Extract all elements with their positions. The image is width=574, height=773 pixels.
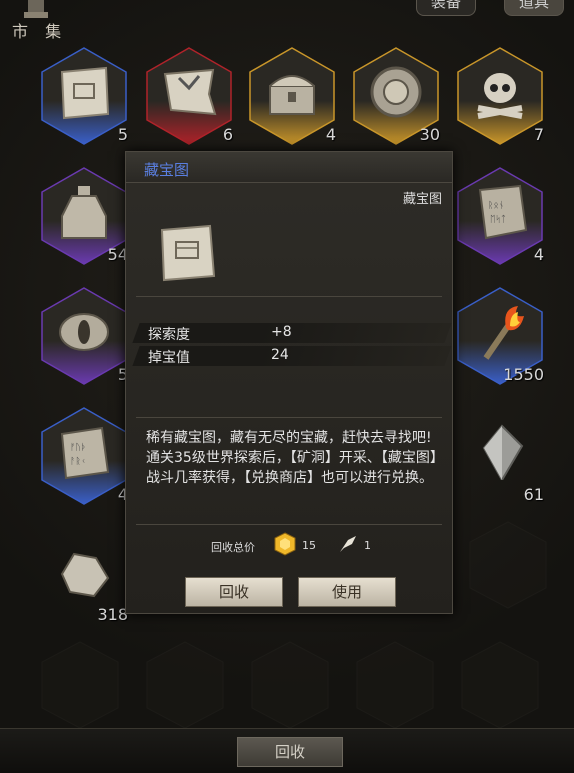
empty-slot [461,641,539,729]
recycle-gold-amount: 15 [302,539,316,552]
item-count: 61 [523,485,544,504]
item-count: 4 [325,125,336,144]
empty-slot [146,641,224,729]
eye-relic-icon [59,313,109,351]
bottom-bar: 回收 [0,728,574,773]
stat-value-drop: 24 [271,347,289,363]
gold-hex-icon [274,532,296,556]
stat-label-drop: 掉宝值 [148,350,190,366]
item-category: 藏宝图 [402,192,442,207]
inventory-slot[interactable]: 1550 [456,286,544,386]
rune-stone-icon: ᚱᛟᚾ ᛖᛋᛏ [478,184,528,240]
potion-bottle-icon [61,186,107,239]
item-count: 5 [117,125,128,144]
inventory-slot[interactable]: 5 [40,286,128,386]
crystal-shard-icon [482,424,524,480]
inventory-slot[interactable]: 6 [145,46,233,146]
recycle-total-row: 回收总价 15 1 [126,532,452,558]
popup-header: 藏宝图 [126,152,452,183]
item-count: 1550 [503,365,544,384]
treasure-chest-icon [269,75,315,115]
svg-text:ᚠᚢᚦ: ᚠᚢᚦ [70,442,86,453]
stone-medallion-icon [370,66,422,118]
use-button[interactable]: 使用 [298,577,396,607]
description-line: 稀有藏宝图，藏有无尽的宝藏，赶快去寻找吧! [146,430,432,446]
empty-slot [41,641,119,729]
inventory-slot[interactable]: 61 [456,406,544,506]
item-detail-popup: 藏宝图 藏宝图 探索度 +8 掉宝值 24 稀有藏宝图，藏有无尽的宝藏，赶快去寻… [125,151,453,614]
market-label[interactable]: 市 集 [12,18,67,42]
bulk-recycle-button[interactable]: 回收 [237,737,343,767]
inventory-slot[interactable]: 318 [40,526,128,626]
treasure-map-icon [60,66,110,120]
divider [136,296,442,297]
inventory-slot[interactable]: 4 [248,46,336,146]
stat-value-exploration: +8 [271,324,292,340]
empty-slot [251,641,329,729]
empty-slot [356,641,434,729]
rune-tablet-icon: ᚠᚢᚦ ᚨᚱᚲ [60,426,110,480]
item-count: 6 [222,125,233,144]
svg-text:ᛖᛋᛏ: ᛖᛋᛏ [490,214,506,225]
divider [136,417,442,418]
popup-title: 藏宝图 [144,161,190,179]
empty-slot [469,521,547,609]
recycle-button[interactable]: 回收 [185,577,283,607]
divider [136,524,442,525]
inventory-slot[interactable]: ᚱᛟᚾ ᛖᛋᛏ 4 [456,166,544,266]
recycle-feather-amount: 1 [364,539,371,552]
svg-text:ᚱᛟᚾ: ᚱᛟᚾ [488,200,504,211]
stat-label-exploration: 探索度 [148,327,190,343]
inventory-slot[interactable]: ᚠᚢᚦ ᚨᚱᚲ 4 [40,406,128,506]
item-count: 318 [97,605,128,624]
treasure-map-icon [160,224,216,282]
inventory-slot[interactable]: 5 [40,46,128,146]
description-line: 通关35级世界探索后，【矿洞】开采、【藏宝图】战斗几率获得，【兑换商店】也可以进… [146,450,444,486]
tab-items[interactable]: 道具 [503,0,564,16]
torch-icon [483,306,524,360]
recycle-total-label: 回收总价 [211,541,255,554]
item-count: 7 [533,125,544,144]
inventory-slot[interactable]: 54 [40,166,128,266]
inventory-slot[interactable]: 7 [456,46,544,146]
category-tabs: 装备 道具 [394,0,574,16]
feather-icon [340,536,356,552]
tab-equipment[interactable]: 装备 [415,0,476,16]
rock-fragment-icon [60,552,110,598]
inventory-slot[interactable]: 30 [352,46,440,146]
item-count: 30 [419,125,440,144]
svg-text:ᚨᚱᚲ: ᚨᚱᚲ [70,456,86,467]
item-count: 4 [533,245,544,264]
torn-red-map-icon [163,68,217,116]
skull-crossbones-icon [477,73,523,119]
item-description: 稀有藏宝图，藏有无尽的宝藏，赶快去寻找吧! 通关35级世界探索后，【矿洞】开采、… [146,428,444,488]
